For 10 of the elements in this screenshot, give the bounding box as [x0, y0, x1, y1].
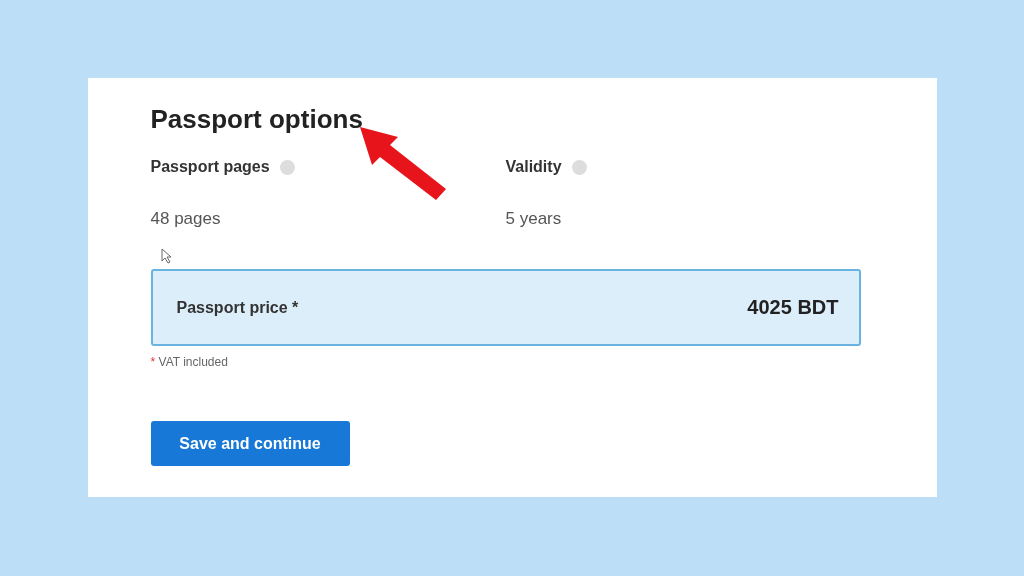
page-title: Passport options [150, 103, 364, 136]
save-button[interactable]: Save and continue [150, 421, 350, 466]
field-label: Passport pages [150, 158, 270, 176]
vat-note: * VAT included [150, 355, 229, 369]
cursor-icon [160, 248, 173, 264]
price-label: Passport price * [176, 298, 299, 317]
field-value: 48 pages [150, 209, 221, 229]
field-label: Validity [505, 158, 562, 176]
price-value: 4025 BDT [747, 296, 839, 319]
field-value: 5 years [505, 209, 562, 229]
